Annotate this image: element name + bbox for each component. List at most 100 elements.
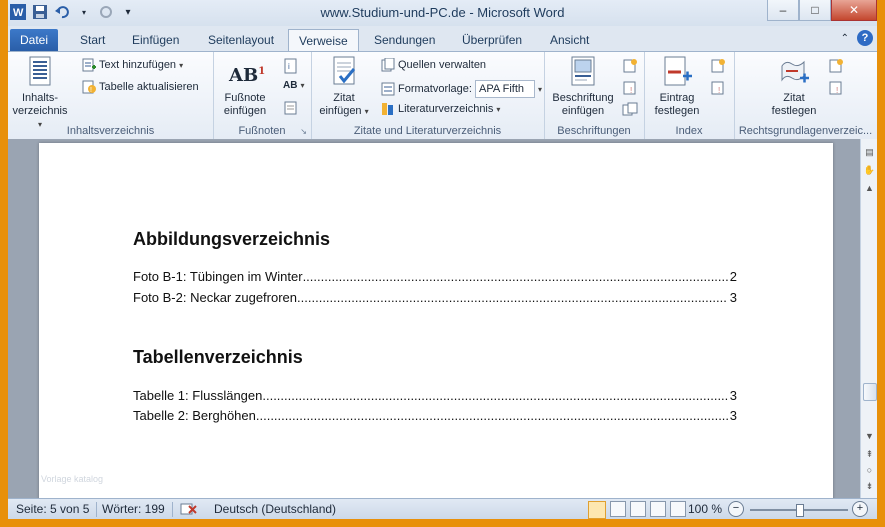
proofing-icon[interactable]: [180, 502, 198, 519]
update-toa-icon[interactable]: !: [828, 80, 844, 96]
group-label-zitate: Zitate und Literaturverzeichnis: [353, 125, 502, 137]
fussnote-einfuegen-button[interactable]: AB1 Fußnote einfügen: [217, 56, 273, 118]
browse-object-icon[interactable]: ○: [863, 465, 876, 475]
text-hinzufuegen-label: Text hinzufügen: [99, 59, 177, 71]
maximize-button[interactable]: □: [799, 0, 831, 21]
insert-table-of-figures-icon[interactable]: [622, 58, 638, 74]
leader-dots: [303, 269, 728, 284]
scroll-thumb[interactable]: [863, 383, 877, 401]
show-notes-icon[interactable]: [283, 100, 299, 116]
toc-icon: [24, 56, 56, 88]
scroll-down-icon[interactable]: ▼: [863, 431, 876, 441]
update-table-of-figures-icon[interactable]: !: [622, 80, 638, 96]
ribbon-tabs: Datei Start Einfügen Seitenlayout Verwei…: [8, 26, 877, 52]
update-index-icon[interactable]: !: [710, 80, 726, 96]
tab-einfuegen[interactable]: Einfügen: [122, 29, 189, 51]
group-index: Eintrag festlegen ! Index: [644, 52, 735, 139]
tab-seitenlayout[interactable]: Seitenlayout: [198, 29, 284, 51]
table-entry-page: 3: [729, 388, 737, 403]
insert-toa-icon[interactable]: [828, 58, 844, 74]
scroll-up-icon[interactable]: ▲: [863, 183, 876, 193]
tab-sendungen[interactable]: Sendungen: [364, 29, 445, 51]
previous-page-icon[interactable]: ⇞: [863, 449, 876, 460]
ribbon: Inhalts- verzeichnis ▾ Text hinzufügen ▾ …: [8, 51, 877, 140]
insert-endnote-icon[interactable]: i: [283, 58, 299, 74]
group-label-inhaltsverzeichnis: Inhaltsverzeichnis: [66, 125, 155, 137]
next-page-icon[interactable]: ⇟: [863, 481, 876, 492]
fussnote-label-2: einfügen: [223, 105, 267, 117]
eintrag-festlegen-button[interactable]: Eintrag festlegen: [648, 56, 706, 118]
dialog-launcher-icon[interactable]: ↘: [300, 127, 307, 136]
zitat-einfuegen-button[interactable]: Zitat einfügen ▾: [315, 56, 373, 118]
print-layout-icon[interactable]: [588, 501, 606, 519]
text-hinzufuegen-button[interactable]: Text hinzufügen ▾: [82, 58, 183, 72]
ribbon-minimize-icon[interactable]: ⌃: [841, 33, 849, 44]
style-icon: [381, 82, 395, 96]
tab-datei[interactable]: Datei: [10, 29, 59, 51]
zoom-slider-knob[interactable]: [796, 504, 804, 517]
figure-entry-text: Foto B-2: Neckar zugefroren: [133, 290, 298, 305]
table-entry-page: 3: [729, 408, 737, 423]
svg-text:!: !: [836, 86, 838, 95]
bibliography-icon: [382, 103, 393, 115]
quellen-verwalten-label: Quellen verwalten: [398, 59, 487, 71]
web-layout-icon[interactable]: [630, 501, 646, 517]
watermark: Vorlage katalog: [41, 474, 104, 484]
tabelle-aktualisieren-button[interactable]: ! Tabelle aktualisieren: [82, 80, 199, 94]
quellen-verwalten-button[interactable]: Quellen verwalten: [381, 58, 486, 72]
inhaltsverzeichnis-button[interactable]: Inhalts- verzeichnis ▾: [12, 56, 68, 131]
insert-citation-icon: [328, 56, 360, 88]
zoom-slider[interactable]: [750, 504, 848, 517]
next-footnote-button[interactable]: AB ▾: [283, 80, 304, 91]
beschriftung-einfuegen-button[interactable]: Beschriftung einfügen: [548, 56, 618, 118]
close-button[interactable]: ✕: [831, 0, 877, 21]
group-label-index: Index: [675, 125, 703, 137]
formatvorlage-select[interactable]: APA Fifth: [474, 80, 535, 98]
tab-ansicht[interactable]: Ansicht: [540, 29, 599, 51]
literaturverzeichnis-button[interactable]: Literaturverzeichnis ▾: [381, 102, 500, 116]
draft-icon[interactable]: [670, 501, 686, 517]
figure-entry[interactable]: Foto B-2: Neckar zugefroren 3: [133, 290, 737, 305]
document-page[interactable]: Abbildungsverzeichnis Foto B-1: Tübingen…: [39, 143, 833, 498]
leader-dots: [256, 408, 728, 423]
zoom-level[interactable]: 100 %: [688, 502, 722, 516]
group-rechtsgrundlagen: Zitat festlegen ! Rechtsgrundlagenverzei…: [734, 52, 877, 139]
mark-citation-icon: [778, 56, 810, 88]
update-table-icon: !: [82, 80, 96, 94]
figure-entry[interactable]: Foto B-1: Tübingen im Winter 2: [133, 269, 737, 284]
tab-ueberpruefen[interactable]: Überprüfen: [452, 29, 532, 51]
hand-icon[interactable]: ✋: [863, 165, 876, 176]
zoom-in-icon[interactable]: +: [852, 501, 868, 517]
cross-reference-icon[interactable]: [622, 102, 638, 118]
word-count[interactable]: Wörter: 199: [102, 502, 165, 516]
formatvorlage-label: Formatvorlage:: [398, 83, 472, 95]
vertical-scrollbar[interactable]: ▤ ✋ ▲ ▼ ⇞ ○ ⇟: [860, 139, 877, 498]
chevron-down-icon[interactable]: ▾: [538, 85, 542, 94]
inhaltsverzeichnis-label-1: Inhalts-: [21, 92, 59, 104]
full-screen-reading-icon[interactable]: [610, 501, 626, 517]
title-bar: W ▾ ▾ www.Studium-und-PC.de - Microsoft …: [8, 0, 877, 26]
help-icon[interactable]: ?: [857, 30, 873, 46]
page-count[interactable]: Seite: 5 von 5: [16, 502, 89, 516]
figure-entry-text: Foto B-1: Tübingen im Winter: [133, 269, 303, 284]
minimize-button[interactable]: –: [767, 0, 799, 21]
zoom-out-icon[interactable]: −: [728, 501, 744, 517]
window-title: www.Studium-und-PC.de - Microsoft Word: [320, 5, 565, 20]
group-inhaltsverzeichnis: Inhalts- verzeichnis ▾ Text hinzufügen ▾ …: [8, 52, 214, 139]
view-buttons: [588, 501, 686, 519]
insert-index-icon[interactable]: [710, 58, 726, 74]
language[interactable]: Deutsch (Deutschland): [214, 502, 336, 516]
tab-verweise[interactable]: Verweise: [288, 29, 359, 52]
group-beschriftungen: Beschriftung einfügen ! Beschriftungen: [544, 52, 645, 139]
inhaltsverzeichnis-label-2: verzeichnis: [12, 105, 68, 117]
footnote-icon-sup: 1: [258, 66, 266, 77]
zitat-festlegen-button[interactable]: Zitat festlegen: [764, 56, 824, 118]
outline-icon[interactable]: [650, 501, 666, 517]
footnote-icon: AB1: [229, 56, 265, 88]
table-entry[interactable]: Tabelle 1: Flusslängen 3: [133, 388, 737, 403]
document-area: Abbildungsverzeichnis Foto B-1: Tübingen…: [8, 139, 860, 498]
tab-start[interactable]: Start: [70, 29, 115, 51]
add-text-icon: [82, 58, 96, 72]
ruler-toggle-icon[interactable]: ▤: [863, 147, 876, 158]
table-entry[interactable]: Tabelle 2: Berghöhen 3: [133, 408, 737, 423]
